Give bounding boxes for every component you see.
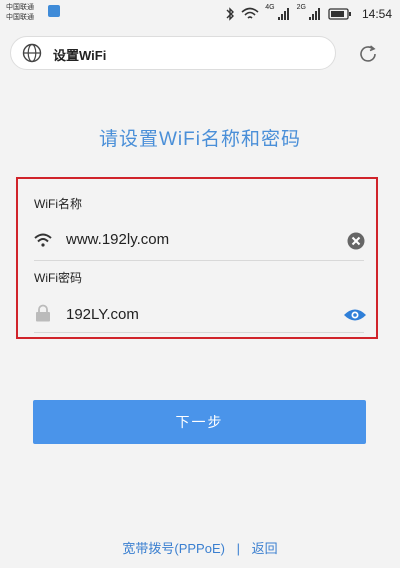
- divider: [34, 332, 364, 333]
- bluetooth-icon: [226, 7, 235, 21]
- password-label: WiFi密码: [34, 271, 82, 285]
- cell-signal-icon-1: [277, 8, 289, 20]
- battery-icon: [328, 8, 351, 20]
- divider: [34, 260, 364, 261]
- ssid-label: WiFi名称: [34, 197, 82, 211]
- network-type-2: 2G: [296, 4, 306, 11]
- password-input[interactable]: 192LY.com: [66, 306, 139, 323]
- status-icons: 4G 2G 14:54: [225, 4, 392, 24]
- globe-icon: [22, 43, 42, 63]
- lock-icon: [36, 304, 50, 322]
- ssid-input[interactable]: www.192ly.com: [66, 231, 169, 248]
- clock: 14:54: [361, 7, 392, 21]
- network-type-1: 4G: [265, 4, 275, 11]
- footer-separator: |: [236, 541, 240, 556]
- wifi-signal-icon: [241, 7, 259, 19]
- address-bar[interactable]: 设置WiFi: [10, 36, 336, 70]
- carrier-labels: 中国联通 中国联通: [6, 3, 34, 23]
- footer-links: 宽带拨号(PPPoE) | 返回: [0, 538, 400, 557]
- pppoe-link[interactable]: 宽带拨号(PPPoE): [122, 541, 225, 556]
- page-heading: 请设置WiFi名称和密码: [99, 129, 301, 150]
- cell-signal-icon-2: [308, 8, 320, 20]
- wifi-settings-form: WiFi名称 www.192ly.com WiFi密码 192LY.com: [16, 177, 378, 339]
- page-title: 设置WiFi: [53, 48, 107, 63]
- carrier-2: 中国联通: [6, 14, 34, 21]
- carrier-1: 中国联通: [6, 4, 34, 11]
- clear-icon[interactable]: [347, 232, 365, 250]
- refresh-icon[interactable]: [356, 42, 380, 66]
- eye-icon[interactable]: [343, 308, 367, 322]
- app-notification-icon: [48, 5, 60, 17]
- back-link[interactable]: 返回: [252, 541, 278, 556]
- next-button[interactable]: 下一步: [33, 400, 366, 444]
- status-bar: 中国联通 中国联通 4G 2G 14:54: [0, 0, 400, 28]
- wifi-icon: [34, 233, 52, 247]
